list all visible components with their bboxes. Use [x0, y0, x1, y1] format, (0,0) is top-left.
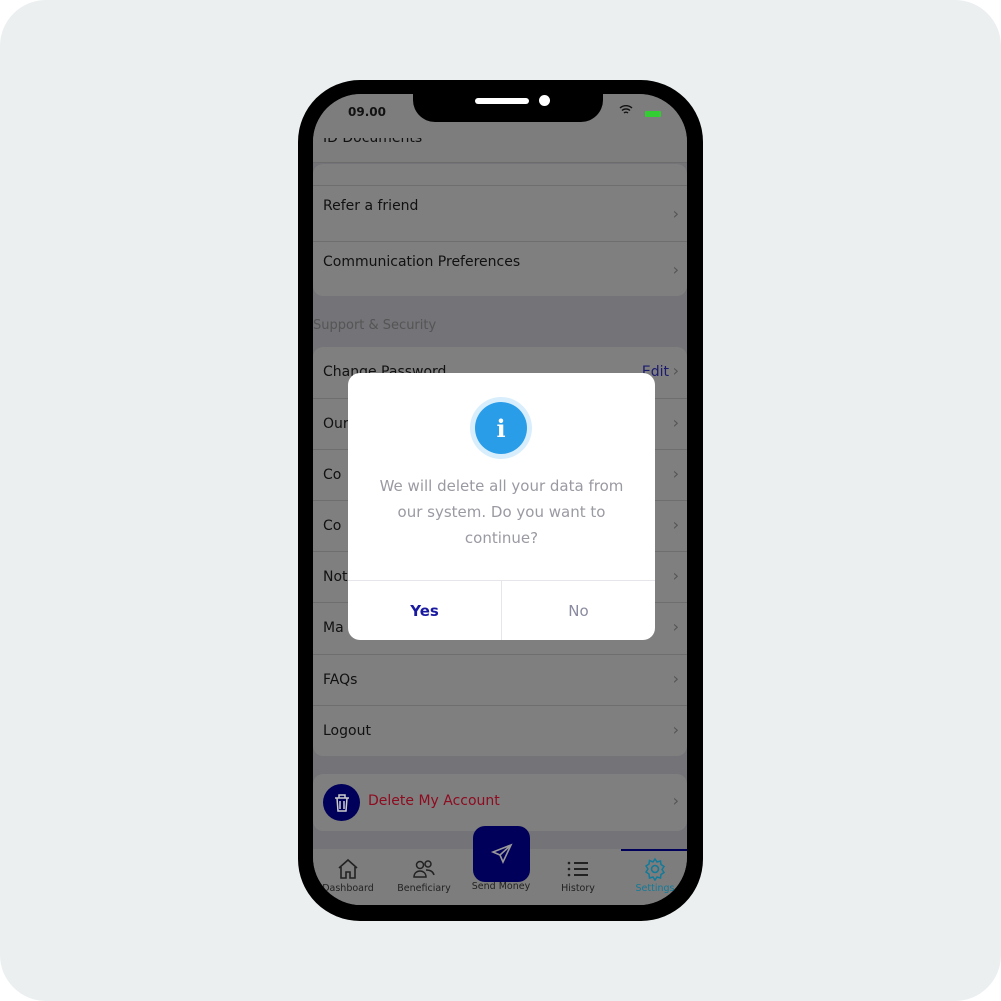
chevron-right-icon: ›: [672, 720, 679, 739]
section-title: Support & Security: [313, 318, 437, 333]
delete-account-row[interactable]: Delete My Account ›: [313, 774, 687, 831]
home-icon: [313, 855, 385, 883]
yes-button[interactable]: Yes: [348, 581, 502, 640]
no-button[interactable]: No: [502, 581, 655, 640]
logout-row[interactable]: Logout ›: [313, 705, 687, 756]
dialog-message: We will delete all your data from our sy…: [379, 477, 624, 547]
chevron-right-icon: ›: [672, 361, 679, 380]
refer-friend-row[interactable]: Refer a friend ›: [313, 185, 687, 236]
info-icon: i: [475, 402, 527, 454]
communication-preferences-row[interactable]: Communication Preferences ›: [313, 241, 687, 296]
battery-icon: [645, 111, 661, 117]
nav-settings[interactable]: Settings: [618, 855, 687, 894]
chevron-right-icon: ›: [672, 413, 679, 432]
nav-send-money[interactable]: Send Money: [464, 881, 538, 892]
chevron-right-icon: ›: [672, 669, 679, 688]
faqs-row[interactable]: FAQs ›: [313, 654, 687, 705]
chevron-right-icon: ›: [672, 464, 679, 483]
send-icon: [490, 843, 513, 864]
wifi-icon: [619, 104, 633, 118]
chevron-right-icon: ›: [672, 566, 679, 585]
chevron-right-icon: ›: [672, 204, 679, 223]
chevron-right-icon: ›: [672, 515, 679, 534]
list-icon: [541, 855, 615, 883]
chevron-right-icon: ›: [672, 617, 679, 636]
users-icon: [387, 855, 461, 883]
nav-dashboard[interactable]: Dashboard: [313, 855, 385, 894]
delete-account-label: Delete My Account: [368, 793, 500, 809]
status-time: 09.00: [348, 105, 386, 119]
chevron-right-icon: ›: [672, 791, 679, 810]
confirm-delete-dialog: i We will delete all your data from our …: [348, 373, 655, 640]
send-money-button[interactable]: [473, 826, 530, 882]
chevron-right-icon: ›: [672, 260, 679, 279]
profile-card: Refer a friend › Communication Preference…: [313, 164, 687, 296]
trash-icon: [323, 784, 360, 821]
list-item[interactable]: ID Documents: [313, 138, 687, 163]
nav-history[interactable]: History: [541, 855, 615, 894]
nav-beneficiary[interactable]: Beneficiary: [387, 855, 461, 894]
gear-icon: [618, 855, 687, 883]
